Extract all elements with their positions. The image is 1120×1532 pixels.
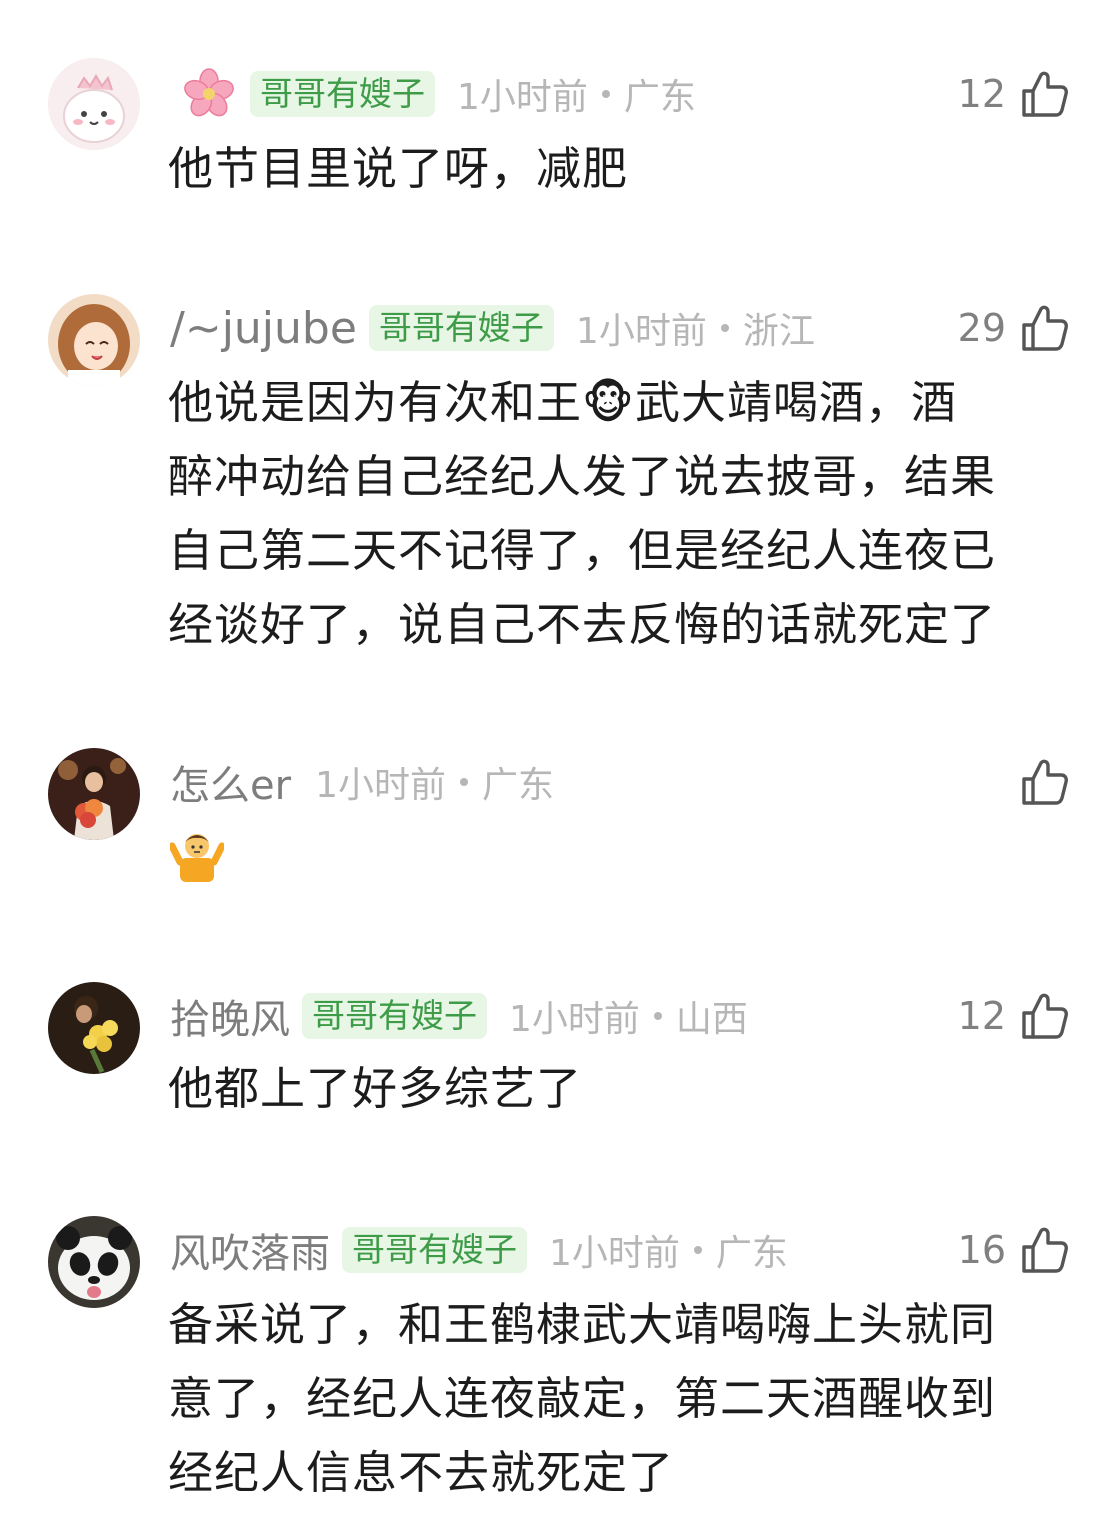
comment-time: 1小时前 <box>457 77 588 118</box>
comment-header: 风吹落雨 哥哥有嫂子 1小时前 广东 <box>170 1220 788 1280</box>
thumbs-up-icon <box>1020 1225 1070 1275</box>
comment-header: /~jujube 哥哥有嫂子 1小时前 浙江 <box>170 298 815 358</box>
thumbs-up-icon <box>1020 69 1070 119</box>
avatar[interactable] <box>48 58 140 150</box>
like-button[interactable] <box>1006 752 1070 812</box>
like-count: 29 <box>957 306 1006 350</box>
fan-badge[interactable]: 哥哥有嫂子 <box>250 71 435 117</box>
username[interactable]: 风吹落雨 <box>170 1221 330 1279</box>
like-count: 16 <box>957 1228 1006 1272</box>
comment-location: 广东 <box>623 77 696 118</box>
avatar[interactable] <box>48 748 140 840</box>
comment-text-line: 经谈好了，说自己不去反悔的话就死定了 <box>168 598 997 651</box>
comment-location: 广东 <box>715 1233 788 1274</box>
avatar[interactable] <box>48 1216 140 1308</box>
comment-text-line: 备采说了，和王鹤棣武大靖喝嗨上头就同 <box>168 1298 997 1351</box>
comment-location: 广东 <box>481 765 554 806</box>
thumbs-up-icon <box>1020 991 1070 1041</box>
comment-text: 他节目里说了呀，减肥 <box>168 142 629 195</box>
comment-time: 1小时前 <box>509 999 640 1040</box>
separator-dot <box>601 90 610 98</box>
cherry-blossom-icon <box>184 68 234 117</box>
comment-header: 拾晚风 哥哥有嫂子 1小时前 山西 <box>170 986 748 1046</box>
fan-badge[interactable]: 哥哥有嫂子 <box>342 1227 527 1273</box>
like-button[interactable]: 12 <box>958 64 1070 124</box>
comment-meta: 1小时前 广东 <box>457 68 696 120</box>
comment-text: 他说是因为有次和王🐵武大靖喝酒，酒 醉冲动给自己经纪人发了说去披哥，结果 自己第… <box>168 366 1068 662</box>
comment-text-line: 意了，经纪人连夜敲定，第二天酒醒收到 <box>168 1372 997 1425</box>
comment-text: 备采说了，和王鹤棣武大靖喝嗨上头就同 意了，经纪人连夜敲定，第二天酒醒收到 经纪… <box>168 1288 1068 1510</box>
thumbs-up-icon <box>1020 757 1070 807</box>
comment-text: 他都上了好多综艺了 <box>168 1062 583 1115</box>
comment-text-line: 醉冲动给自己经纪人发了说去披哥，结果 <box>168 450 997 503</box>
comment-meta: 1小时前 山西 <box>509 990 748 1042</box>
like-button[interactable]: 16 <box>958 1220 1070 1280</box>
separator-dot <box>459 778 468 786</box>
comment-location: 山西 <box>675 999 748 1040</box>
username[interactable]: /~jujube <box>170 303 357 354</box>
comment-meta: 1小时前 广东 <box>549 1224 788 1276</box>
avatar[interactable] <box>48 982 140 1074</box>
separator-dot <box>720 324 729 332</box>
comment-meta: 1小时前 广东 <box>315 756 554 808</box>
like-count: 12 <box>957 994 1006 1038</box>
username[interactable]: 怎么er <box>170 753 291 811</box>
fan-badge[interactable]: 哥哥有嫂子 <box>368 305 554 351</box>
comment-time: 1小时前 <box>575 311 707 352</box>
separator-dot <box>653 1012 662 1020</box>
comment-meta: 1小时前 浙江 <box>576 302 815 354</box>
username[interactable]: 拾晚风 <box>170 987 290 1045</box>
comment-header: 哥哥有嫂子 1小时前 广东 <box>170 64 696 124</box>
comment-text-line: 自己第二天不记得了，但是经纪人连夜已 <box>168 524 997 577</box>
fan-badge[interactable]: 哥哥有嫂子 <box>302 993 487 1039</box>
comment-time: 1小时前 <box>315 765 446 806</box>
comment-time: 1小时前 <box>549 1233 680 1274</box>
separator-dot <box>693 1246 702 1254</box>
like-button[interactable]: 29 <box>958 298 1070 358</box>
comment-header: 怎么er 1小时前 广东 <box>170 752 554 812</box>
like-button[interactable]: 12 <box>958 986 1070 1046</box>
thumbs-up-icon <box>1020 303 1070 353</box>
avatar[interactable] <box>48 294 140 386</box>
shrugging-person-emoji-icon <box>170 834 224 882</box>
comment-text-line: 他说是因为有次和王🐵武大靖喝酒，酒 <box>168 376 958 429</box>
comment-text-line: 经纪人信息不去就死定了 <box>168 1446 675 1499</box>
comment-location: 浙江 <box>742 311 815 352</box>
like-count: 12 <box>957 72 1006 116</box>
